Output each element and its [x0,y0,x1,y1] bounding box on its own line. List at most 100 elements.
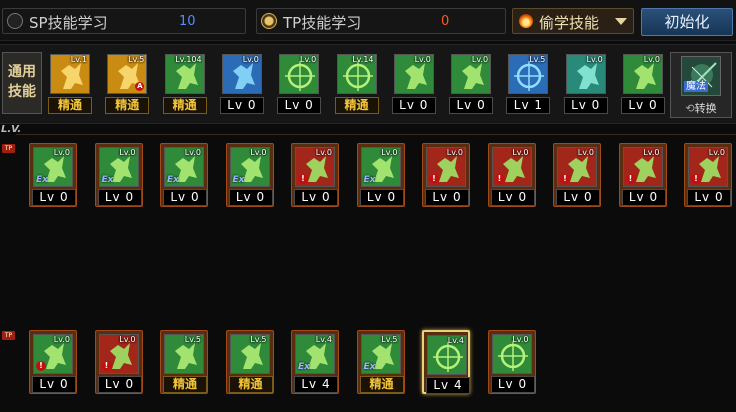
common-skill-slot[interactable]: Lv.0 Lv 0 [562,52,610,118]
skill-level-tag: Lv.5 [381,335,398,344]
skill-level-label: Lv 1 [506,97,551,114]
warning-icon: ! [36,361,46,371]
skill-level-tag: Lv.5 [250,335,267,344]
skill-level-tag: Lv.0 [577,148,594,157]
skill-level-label: Lv 0 [621,97,665,114]
tp-skill-slot[interactable]: Lv.0 Ex Lv 0 [356,143,405,207]
common-skill-slot[interactable]: Lv.0 Lv 0 [619,52,667,118]
tp-skill-slot[interactable]: Lv.0! Lv 0 [422,143,470,207]
red-missile-icon: Lv.0! [295,147,335,187]
tp-skill-slot[interactable]: Lv.0 Ex Lv 0 [29,143,77,207]
teal-armor-icon: Lv.0 [565,54,606,94]
skill-level-tag: Lv.0 [381,148,398,157]
warning-icon: ! [101,361,112,371]
skill-level-tag: Lv.1 [70,55,87,64]
tp-skill-slot[interactable]: Lv.5 精通 [225,330,274,394]
skill-level-tag: Lv.0 [512,335,529,344]
tp-skill-slot[interactable]: Lv.0 Ex Lv 0 [225,143,274,207]
green-gun-icon: Lv.5 Ex [360,334,401,374]
sp-radio[interactable] [7,13,23,29]
section-divider [16,134,736,135]
tp-skill-slot[interactable]: Lv.0! Lv 0 [684,143,732,207]
red-beast-icon: Lv.0! [622,147,663,187]
tp-skill-slot[interactable]: Lv.5 Ex 精通 [356,330,405,394]
green-slash-icon: Lv.0 [623,54,663,94]
common-skill-slot[interactable]: Lv.5 A 精通 [103,52,151,118]
red-cannon-icon: Lv.0! [98,334,139,374]
tp-skill-slot[interactable]: Lv.0! Lv 0 [94,330,143,394]
red-cross-icon: Lv.0! [426,147,466,187]
common-skill-slot[interactable]: Lv.14 精通 [333,52,381,118]
common-skills-label: 通用 技能 [2,52,42,114]
initialize-button[interactable]: 初始化 [641,8,733,36]
switch-skill-button[interactable]: 魔法 ⟲转换 [670,52,732,118]
sp-skill-learn-tab[interactable]: SP技能学习 10 [2,8,246,34]
tp-skill-slot[interactable]: Lv.0! Lv 0 [553,143,601,207]
common-skill-slot[interactable]: Lv.1 精通 [46,52,94,118]
steal-skill-dropdown[interactable]: 偷学技能 [512,8,634,34]
skill-level-label: Lv 0 [32,376,76,393]
warning-icon: ! [494,174,505,184]
skill-level-label: 精通 [162,97,207,114]
tp-skill-learn-tab[interactable]: TP技能学习 0 [256,8,506,34]
skill-level-label: Lv 0 [490,376,535,393]
green-speed-icon: Lv.0 Ex [229,147,270,187]
skill-level-label: 精通 [163,376,207,393]
skill-level-label: Lv 4 [294,376,338,393]
skill-level-tag: Lv.0 [299,55,317,64]
tp-skill-slot[interactable]: Lv.0 Ex Lv 0 [160,143,208,207]
ex-mark: Ex [298,362,310,372]
common-skill-slot[interactable]: Lv.5 Lv 1 [504,52,552,118]
green-crosshair-2-icon: Lv.14 [336,54,377,94]
skill-level-label: Lv 0 [391,97,436,114]
tp-skill-slot[interactable]: Lv.0! Lv 0 [487,143,536,207]
awaken-badge: A [135,82,145,91]
magic-badge: 魔法 [684,81,708,92]
skill-level-tag: Lv.0 [53,335,70,344]
warning-icon: ! [625,174,636,184]
switch-label: 转换 [694,102,717,115]
skill-level-label: Lv 0 [294,189,338,206]
green-runner-icon: Lv.0 Ex [33,147,73,187]
skill-level-label: Lv 0 [228,189,273,206]
blue-eye-icon: Lv.5 [508,54,549,94]
ex-mark: Ex [36,175,48,185]
skill-level-tag: Lv.0 [643,148,660,157]
tp-skill-slot[interactable]: Lv.4 Ex Lv 4 [291,330,339,394]
green-kick-icon: Lv.0 [451,54,492,94]
skill-level-tag: Lv.0 [414,55,431,64]
tp-skill-slot[interactable]: Lv.0! Lv 0 [618,143,667,207]
green-brute-icon: Lv.5 [164,334,204,374]
tp-skill-slot[interactable]: Lv.0! Lv 0 [29,330,77,394]
tp-skill-slot[interactable]: Lv.4 Lv 4 [422,330,470,394]
tp-skill-slot[interactable]: Lv.0! Lv 0 [291,143,339,207]
flame-icon [519,14,533,28]
ex-mark: Ex [101,175,114,185]
common-skill-slot[interactable]: Lv.104 精通 [161,52,209,118]
tp-label: TP技能学习 [283,14,362,32]
red-claw-icon: Lv.0! [557,147,597,187]
skill-level-tag: Lv.5 [128,55,145,64]
tp-skill-slot[interactable]: Lv.0 Lv 0 [487,330,536,394]
green-swirl-icon: Lv.0 Ex [164,147,204,187]
common-skill-slot[interactable]: Lv.0 Lv 0 [275,52,323,118]
skill-level-label: 精通 [359,376,404,393]
tp-radio[interactable] [261,13,277,29]
skill-level-label: Lv 0 [359,189,404,206]
skill-level-tag: Lv.4 [315,335,332,344]
tp-skill-slot[interactable]: Lv.5 精通 [160,330,208,394]
green-cog-icon: Lv.0 [491,334,532,374]
skill-level-label: Lv 0 [163,189,207,206]
green-crouch-icon: Lv.104 [164,54,205,94]
skill-level-tag: Lv.0 [250,148,267,157]
skill-level-tag: Lv.0 [471,55,489,64]
common-skill-slot[interactable]: Lv.0 Lv 0 [218,52,266,118]
skill-level-label: Lv 0 [621,189,666,206]
green-punch-icon: Lv.0 Ex [98,147,139,187]
common-skill-slot[interactable]: Lv.0 Lv 0 [390,52,438,118]
common-skill-slot[interactable]: Lv.0 Lv 0 [447,52,495,118]
tp-skill-slot[interactable]: Lv.0 Ex Lv 0 [94,143,143,207]
green-crosshair-icon: Lv.0 [279,54,320,94]
red-dive-icon: Lv.0! [491,147,532,187]
green-target-icon: Lv.4 [427,335,467,375]
